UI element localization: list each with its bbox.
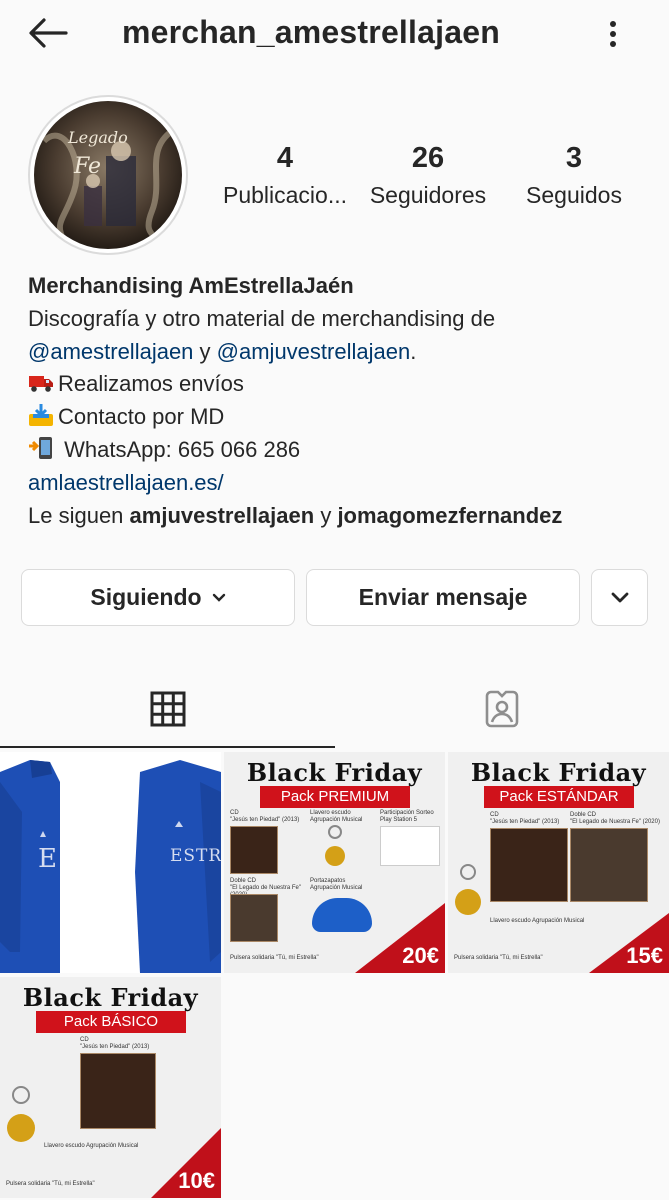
truck-emoji-icon (28, 370, 54, 394)
inbox-emoji-icon (28, 403, 54, 427)
post-2-ps5-image (380, 826, 440, 866)
send-message-button[interactable]: Enviar mensaje (306, 569, 580, 626)
bio-shipping: Realizamos envíos (28, 368, 648, 401)
tab-posts-grid[interactable] (0, 672, 335, 750)
mention-amestrellajaen[interactable]: @amestrellajaen (28, 339, 193, 364)
bio-period: . (410, 338, 417, 364)
post-thumbnail-4[interactable]: Black Friday Pack BÁSICO CD "Jesús ten P… (0, 977, 221, 1198)
post-3-item-1: CD (490, 812, 499, 818)
post-2-item-5: Doble CD (230, 878, 257, 884)
more-vertical-icon[interactable] (598, 14, 628, 54)
post-thumbnail-3[interactable]: Black Friday Pack ESTÁNDAR CD "Jesús ten… (448, 752, 669, 973)
followed-by-user-1[interactable]: amjuvestrellajaen (130, 503, 315, 528)
post-4-title: Black Friday (22, 983, 199, 1012)
post-4-cd-image (80, 1053, 156, 1129)
post-4-item-3: Llavero escudo Agrupación Musical (44, 1143, 139, 1149)
send-message-label: Enviar mensaje (358, 584, 528, 610)
following-button-label: Siguiendo (90, 584, 202, 610)
avatar-image: Legado Fe (34, 101, 182, 249)
mention-amjuvestrellajaen[interactable]: @amjuvestrellajaen (217, 339, 411, 364)
chevron-down-icon (610, 591, 630, 605)
followed-by[interactable]: Le siguen amjuvestrellajaen y jomagomezf… (28, 500, 648, 533)
post-2-keychain-image (324, 824, 346, 870)
post-2-item-3: Llavero escudo Agrupación Musical (310, 810, 363, 823)
profile-bio: Merchandising AmEstrellaJaén Discografía… (28, 270, 648, 532)
stat-followers-label: Seguidores (369, 182, 487, 208)
post-2-item-1: CD (230, 810, 239, 816)
post-2-item-4: Participación Sorteo Play Station 5 (380, 810, 434, 823)
post-2-item-8: Pulsera solidaria "Tú, mi Estrella" (230, 955, 319, 961)
post-4-price: 10€ (178, 1168, 215, 1193)
post-thumbnail-2[interactable]: Black Friday Pack PREMIUM CD "Jesús ten … (224, 752, 445, 973)
post-3-doble-cd-image (570, 828, 648, 902)
bio-description: Discografía y otro material de merchandi… (28, 303, 648, 336)
post-3-item-2: "Jesús ten Piedad" (2013) (490, 819, 560, 825)
active-tab-indicator (0, 746, 335, 748)
bio-whatsapp: WhatsApp: 665 066 286 (28, 434, 648, 467)
jacket-text-e: E (38, 844, 57, 874)
stat-followers[interactable]: 26 Seguidores (366, 142, 490, 209)
post-2-price: 20€ (402, 943, 439, 968)
bio-mentions: @amestrellajaen y @amjuvestrellajaen. (28, 336, 648, 369)
followed-by-user-2[interactable]: jomagomezfernandez (337, 503, 562, 528)
bio-line-1: Discografía y otro material de merchandi… (28, 305, 496, 331)
following-button[interactable]: Siguiendo (21, 569, 295, 626)
post-2-title: Black Friday (246, 758, 423, 787)
stat-posts-label: Publicacio... (222, 182, 347, 208)
profile-name: Merchandising AmEstrellaJaén (28, 273, 354, 298)
followed-by-prefix: Le siguen (28, 502, 130, 528)
stat-following-label: Seguidos (526, 182, 622, 208)
profile-avatar[interactable]: Legado Fe (28, 95, 188, 255)
post-thumbnail-1[interactable]: E ESTRE (0, 752, 221, 973)
profile-username: merchan_amestrellajaen (122, 14, 500, 50)
post-4-item-2: "Jesús ten Piedad" (2013) (80, 1044, 150, 1050)
post-3-item-4: "El Legado de Nuestra Fe" (2020) (570, 819, 660, 825)
tab-tagged[interactable] (335, 672, 669, 750)
stat-following-count: 3 (565, 142, 583, 174)
post-3-title: Black Friday (470, 758, 647, 787)
post-4-keychain-image (6, 1085, 36, 1145)
post-3-item-3: Doble CD (570, 812, 597, 818)
post-3-price: 15€ (626, 943, 663, 968)
chevron-down-icon (212, 593, 226, 603)
avatar-text-1: Legado (67, 128, 128, 147)
post-3-pack: Pack ESTÁNDAR (484, 786, 634, 808)
stat-posts-count: 4 (276, 142, 294, 174)
top-bar: merchan_amestrellajaen (0, 0, 669, 68)
post-4-item-1: CD (80, 1037, 89, 1043)
stat-posts[interactable]: 4 Publicacio... (220, 142, 350, 209)
grid-icon (150, 691, 186, 732)
profile-tabs (0, 672, 669, 750)
tagged-icon (483, 690, 521, 733)
post-2-pack: Pack PREMIUM (260, 786, 410, 808)
bio-contact: Contacto por MD (28, 401, 648, 434)
post-3-item-6: Pulsera solidaria "Tú, mi Estrella" (454, 955, 543, 961)
avatar-text-2: Fe (73, 154, 101, 179)
post-2-doble-cd-image (230, 894, 278, 942)
stat-following[interactable]: 3 Seguidos (520, 142, 628, 209)
post-4-item-4: Pulsera solidaria "Tú, mi Estrella" (6, 1181, 95, 1187)
post-3-keychain-image (454, 862, 482, 918)
bio-contact-text: Contacto por MD (58, 404, 225, 430)
post-3-cd-image (490, 828, 568, 902)
post-4-pack: Pack BÁSICO (36, 1011, 186, 1033)
suggested-accounts-button[interactable] (591, 569, 648, 626)
post-2-item-2: "Jesús ten Piedad" (2013) (230, 817, 300, 823)
phone-emoji-icon (28, 436, 54, 460)
post-2-cd-image (230, 826, 278, 874)
stat-followers-count: 26 (411, 142, 445, 174)
back-arrow-icon[interactable] (26, 14, 70, 54)
bio-whatsapp-text: WhatsApp: 665 066 286 (58, 436, 301, 462)
bio-website-link[interactable]: amlaestrellajaen.es/ (28, 470, 224, 495)
followed-by-and: y (314, 502, 338, 528)
bio-and: y (193, 338, 217, 364)
jacket-text-estre: ESTRE (170, 846, 221, 866)
post-2-item-7: Portazapatos Agrupación Musical (310, 878, 363, 891)
bio-shipping-text: Realizamos envíos (58, 371, 244, 397)
